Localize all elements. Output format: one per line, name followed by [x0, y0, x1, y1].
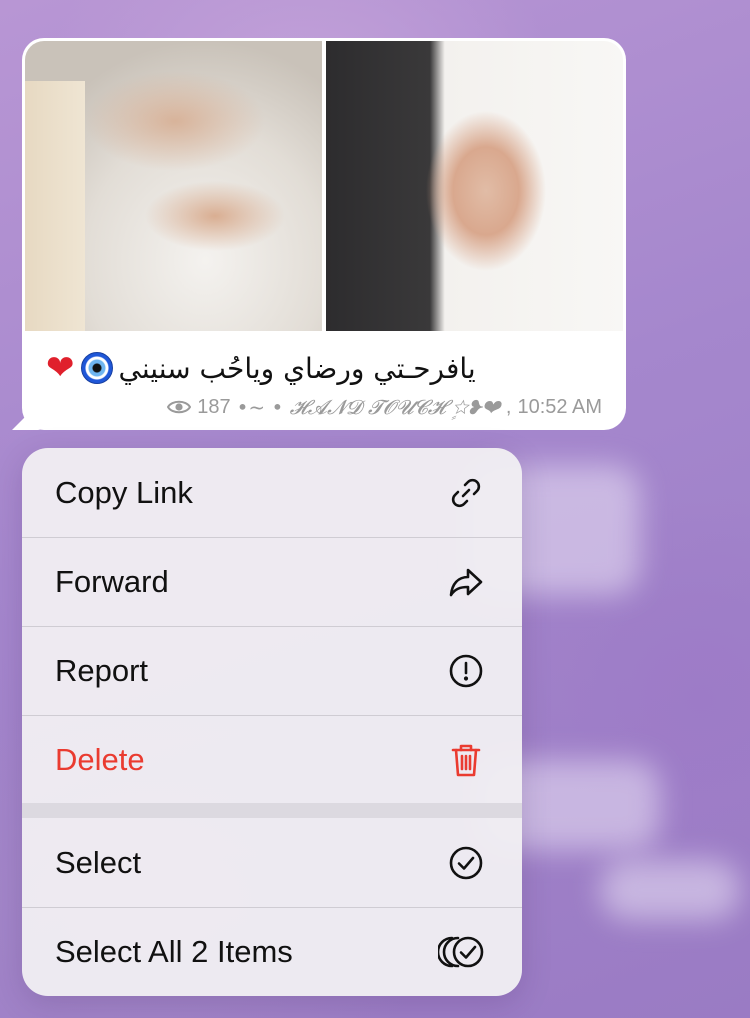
forward-button[interactable]: Forward: [22, 537, 522, 626]
forward-arrow-icon: [446, 562, 486, 602]
multi-select-icon: [438, 932, 486, 972]
album-photo-1[interactable]: [25, 41, 322, 331]
message-time: 10:52 AM: [517, 395, 602, 418]
caption-text: يافرحـتي ورضاي وياحُب سنيني: [118, 351, 476, 385]
select-all-label: Select All 2 Items: [55, 933, 293, 969]
view-count: 187: [197, 395, 231, 418]
message-caption: ❤ يافرحـتي ورضاي وياحُب سنيني: [46, 348, 476, 388]
copy-link-button[interactable]: Copy Link: [22, 448, 522, 537]
select-button[interactable]: Select: [22, 818, 522, 907]
menu-section-separator: [22, 803, 522, 818]
message-bubble[interactable]: ❤ يافرحـتي ورضاي وياحُب سنيني 187 •~ • 𝓗…: [22, 38, 626, 430]
photo-album[interactable]: [25, 41, 623, 331]
author-signature: •~ • 𝓗𝓐𝓝𝓓 𝓣𝓞𝓤𝓒𝓗 ☆ٍ❥❤: [236, 395, 500, 419]
background-bubble: [600, 860, 740, 920]
trash-icon: [446, 740, 486, 780]
red-heart-icon: ❤: [46, 348, 75, 388]
album-photo-2[interactable]: [326, 41, 623, 331]
forward-label: Forward: [55, 563, 169, 599]
report-button[interactable]: Report: [22, 626, 522, 715]
message-meta: 187 •~ • 𝓗𝓐𝓝𝓓 𝓣𝓞𝓤𝓒𝓗 ☆ٍ❥❤, 10:52 AM: [167, 395, 602, 419]
context-menu: Copy Link Forward Report Delete Select S…: [22, 448, 522, 996]
exclamation-circle-icon: [446, 651, 486, 691]
copy-link-label: Copy Link: [55, 474, 193, 510]
nazar-amulet-icon: [80, 352, 113, 384]
report-label: Report: [55, 652, 149, 688]
checkmark-circle-icon: [446, 843, 486, 883]
delete-label: Delete: [55, 741, 145, 777]
eye-icon: [167, 399, 192, 415]
link-icon: [446, 473, 486, 513]
delete-button[interactable]: Delete: [22, 715, 522, 804]
select-all-button[interactable]: Select All 2 Items: [22, 907, 522, 996]
select-label: Select: [55, 844, 142, 880]
